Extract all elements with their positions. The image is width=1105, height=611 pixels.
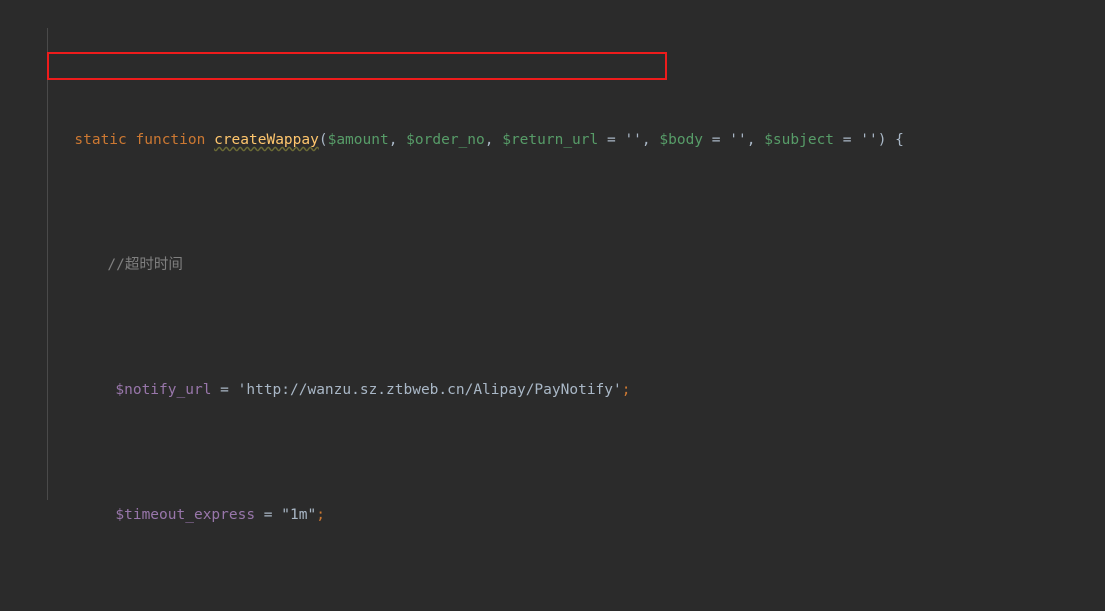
code-line-1[interactable]: static function createWappay($amount, $o…	[0, 103, 1105, 148]
token-semicolon: ;	[316, 507, 325, 523]
token-var-timeout-express: $timeout_express	[115, 507, 256, 523]
token-assign: =	[834, 132, 861, 148]
code-content[interactable]: static function createWappay($amount, $o…	[0, 0, 1105, 611]
token-keyword-static: static	[74, 132, 127, 148]
token-comma: ,	[746, 132, 765, 148]
token-semicolon: ;	[621, 382, 631, 398]
code-editor-pane[interactable]: static function createWappay($amount, $o…	[0, 0, 1105, 611]
token-param-order-no: $order_no	[406, 132, 485, 148]
token-empty-string: ''	[729, 132, 747, 148]
token-assign: =	[211, 382, 238, 398]
code-line-4[interactable]: $timeout_express = "1m";	[0, 478, 1105, 523]
code-line-2[interactable]: //超时时间	[0, 228, 1105, 273]
token-assign: =	[703, 132, 730, 148]
token-empty-string: ''	[624, 132, 642, 148]
token-comment: //超时时间	[107, 257, 183, 273]
token-var-notify-url: $notify_url	[115, 382, 212, 398]
token-comma: ,	[641, 132, 660, 148]
token-param-return-url: $return_url	[502, 132, 599, 148]
token-brace-open: ) {	[877, 132, 904, 148]
token-keyword-function: function	[135, 132, 206, 148]
token-function-name: createWappay	[214, 132, 319, 148]
token-param-body: $body	[659, 132, 704, 148]
token-string-notify-url: 'http://wanzu.sz.ztbweb.cn/Alipay/PayNot…	[237, 382, 622, 398]
token-string-1m: "1m"	[281, 507, 317, 523]
token-comma: ,	[388, 132, 407, 148]
token-comma: ,	[484, 132, 503, 148]
token-param-amount: $amount	[327, 132, 389, 148]
code-line-3[interactable]: $notify_url = 'http://wanzu.sz.ztbweb.cn…	[0, 353, 1105, 398]
token-param-subject: $subject	[764, 132, 835, 148]
token-assign: =	[598, 132, 625, 148]
token-assign: =	[255, 507, 282, 523]
token-empty-string: ''	[860, 132, 878, 148]
token-paren-open: (	[318, 132, 328, 148]
code-line-5[interactable]: $payRequestBuilder = new \AlipayTradeWap…	[0, 603, 1105, 611]
